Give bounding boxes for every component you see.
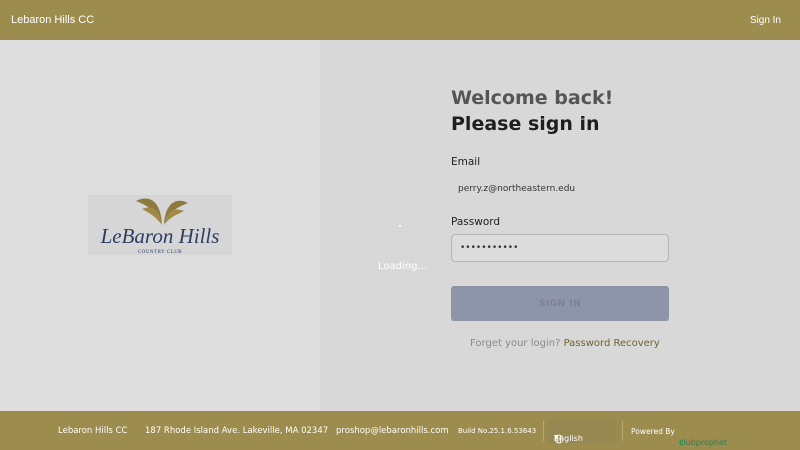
password-recovery-link[interactable]: Password Recovery: [564, 338, 660, 349]
svg-text:COUNTRY CLUB: COUNTRY CLUB: [138, 250, 182, 255]
footer-divider: [622, 421, 623, 441]
footer-divider: [543, 421, 544, 441]
sign-in-button[interactable]: SIGN IN: [451, 286, 669, 321]
email-label: Email: [451, 156, 481, 168]
brand-title: Lebaron Hills CC: [11, 14, 95, 26]
forgot-text: Forget your login?: [470, 338, 561, 349]
provider-logo-text: clubprophet: [679, 438, 728, 447]
footer-build: Build No.25.1.6.53643: [458, 427, 537, 435]
footer-club-name: Lebaron Hills CC: [58, 426, 128, 436]
spinner: [399, 225, 401, 227]
password-label: Password: [451, 216, 501, 228]
welcome-heading: Welcome back!: [451, 87, 614, 109]
footer-address: 187 Rhode Island Ave. Lakeville, MA 0234…: [145, 426, 329, 436]
top-bar: Lebaron Hills CC Sign In: [0, 0, 800, 40]
forgot-login: Forget your login? Password Recovery: [470, 338, 660, 349]
password-field[interactable]: •••••••••••: [451, 234, 669, 262]
powered-by-text: Powered By: [631, 427, 675, 436]
chevron-down-icon: ▼: [554, 434, 559, 441]
email-field[interactable]: perry.z@northeastern.edu: [458, 184, 575, 194]
sign-in-link[interactable]: Sign In: [750, 15, 781, 26]
svg-text:LeBaron Hills: LeBaron Hills: [100, 224, 220, 248]
language-select[interactable]: English ▼: [548, 419, 616, 444]
club-logo: LeBaron Hills COUNTRY CLUB: [88, 195, 232, 255]
sign-in-heading: Please sign in: [451, 113, 600, 135]
footer-email[interactable]: proshop@lebaronhills.com: [336, 426, 449, 436]
footer: Lebaron Hills CC 187 Rhode Island Ave. L…: [0, 411, 800, 450]
password-value: •••••••••••: [460, 243, 519, 253]
loading-text: Loading...: [378, 261, 427, 272]
